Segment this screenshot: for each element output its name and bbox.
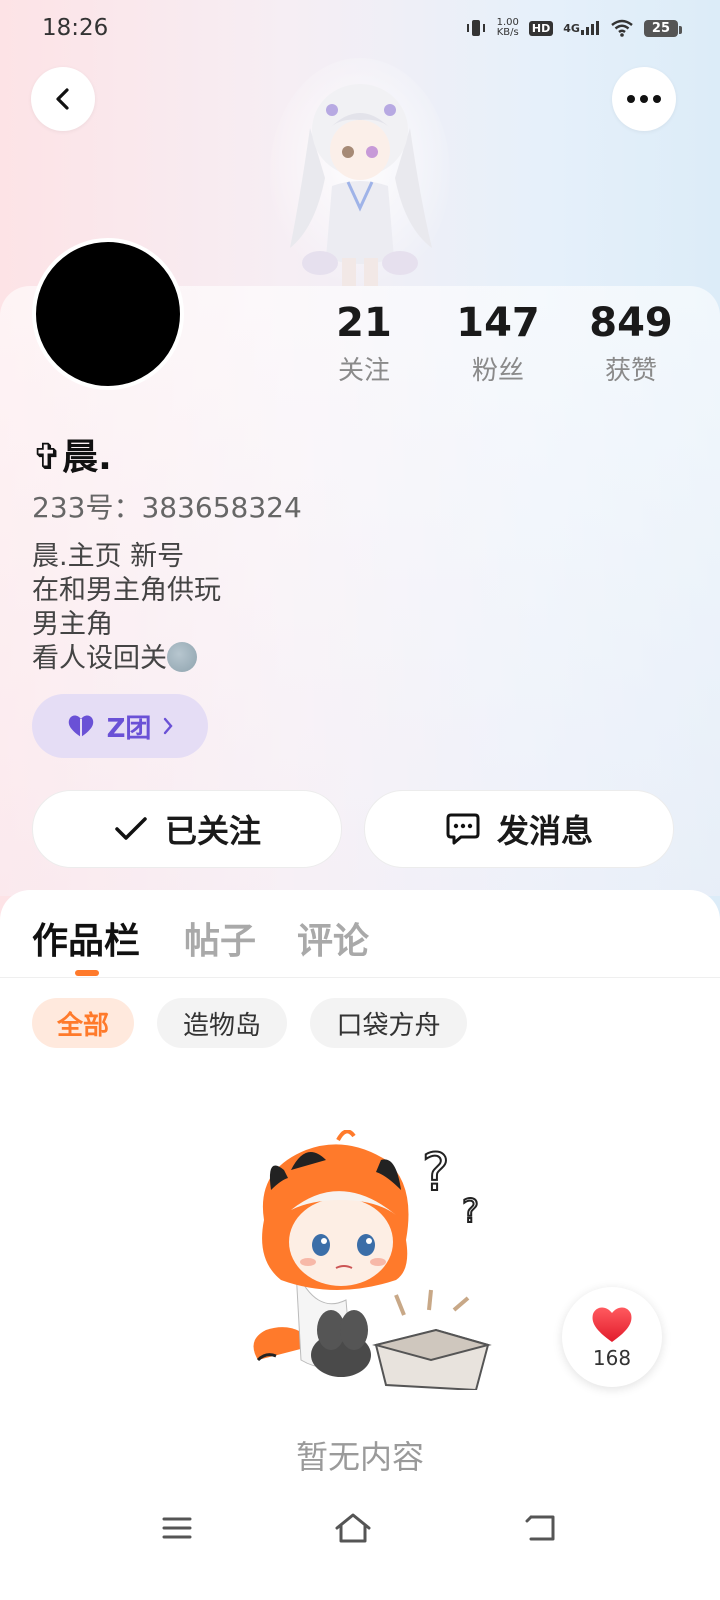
stat-followers[interactable]: 147 粉丝 [438, 300, 558, 387]
svg-text:?: ? [462, 1192, 479, 1230]
followed-button[interactable]: 已关注 [32, 790, 342, 868]
menu-icon [162, 1517, 192, 1539]
stat-following[interactable]: 21 关注 [304, 300, 424, 387]
like-count: 168 [592, 1346, 632, 1370]
moon-emoji-icon [167, 642, 197, 672]
hd-badge: HD [528, 20, 554, 36]
tab-works[interactable]: 作品栏 [32, 912, 140, 964]
stat-likes-count: 849 [589, 300, 673, 346]
filter-creation-island[interactable]: 造物岛 [157, 998, 287, 1048]
net-speed-unit: KB/s [496, 27, 519, 38]
empty-state-text: 暂无内容 [295, 1438, 424, 1476]
heart-outline-icon [68, 715, 93, 737]
tab-divider [0, 977, 720, 978]
back-icon [525, 1515, 555, 1541]
home-icon [335, 1513, 371, 1543]
user-id[interactable]: 233号：383658324 [32, 486, 302, 526]
status-time: 18:26 [42, 15, 109, 41]
network-type: 4G [563, 21, 580, 35]
group-badge-label: Z团 [106, 713, 152, 744]
more-horizontal-icon [627, 95, 661, 103]
net-speed: 1.00 KB/s [497, 18, 519, 38]
stat-following-label: 关注 [337, 356, 390, 386]
battery-icon: 25 [643, 19, 683, 37]
more-button[interactable] [612, 67, 676, 131]
tab-posts[interactable]: 帖子 [184, 912, 256, 964]
vibrate-icon [465, 17, 487, 39]
status-bar: 18:26 1.00 KB/s HD 4G 25 [0, 0, 720, 56]
checkmark-icon [115, 817, 147, 840]
followed-label: 已关注 [164, 812, 261, 850]
status-icons: 1.00 KB/s HD 4G 25 [465, 17, 683, 39]
menu-button[interactable] [157, 1508, 197, 1548]
active-tab-indicator [75, 970, 99, 976]
chevron-right-icon [164, 717, 174, 735]
empty-state-illustration: ? ? [236, 1129, 496, 1392]
stat-followers-label: 粉丝 [471, 356, 524, 386]
home-button[interactable] [333, 1508, 373, 1548]
wifi-icon [610, 19, 634, 37]
heart-icon [592, 1307, 632, 1342]
back-button[interactable] [31, 67, 95, 131]
tab-comments[interactable]: 评论 [297, 912, 369, 964]
back-nav-button[interactable] [520, 1508, 560, 1548]
send-message-button[interactable]: 发消息 [364, 790, 674, 868]
bio: 晨.主页 新号 在和男主角供玩 男主角 看人设回关 [32, 540, 221, 676]
stat-following-count: 21 [336, 300, 392, 346]
filter-pocket-ark[interactable]: 口袋方舟 [310, 998, 467, 1048]
chat-bubble-icon [446, 813, 480, 845]
avatar[interactable] [32, 238, 184, 390]
banner-character-image [270, 58, 450, 290]
stat-likes[interactable]: 849 获赞 [571, 300, 691, 387]
system-navigation-bar [0, 1498, 720, 1558]
bio-line: 晨.主页 新号 [32, 541, 185, 572]
bio-line: 男主角 [32, 609, 113, 640]
stat-followers-count: 147 [456, 300, 540, 346]
like-float-button[interactable]: 168 [562, 1287, 662, 1387]
svg-text:?: ? [422, 1143, 450, 1203]
signal-icon: 4G [563, 20, 600, 36]
chevron-left-icon [56, 88, 69, 110]
username: ✞晨. [32, 437, 112, 478]
send-message-label: 发消息 [496, 812, 593, 850]
bio-line: 在和男主角供玩 [32, 575, 221, 606]
bio-line-last: 看人设回关 [32, 642, 221, 676]
bio-line-text: 看人设回关 [32, 643, 167, 674]
stat-likes-label: 获赞 [604, 356, 657, 386]
group-badge-button[interactable]: Z团 [32, 694, 208, 758]
filter-all[interactable]: 全部 [32, 998, 134, 1048]
